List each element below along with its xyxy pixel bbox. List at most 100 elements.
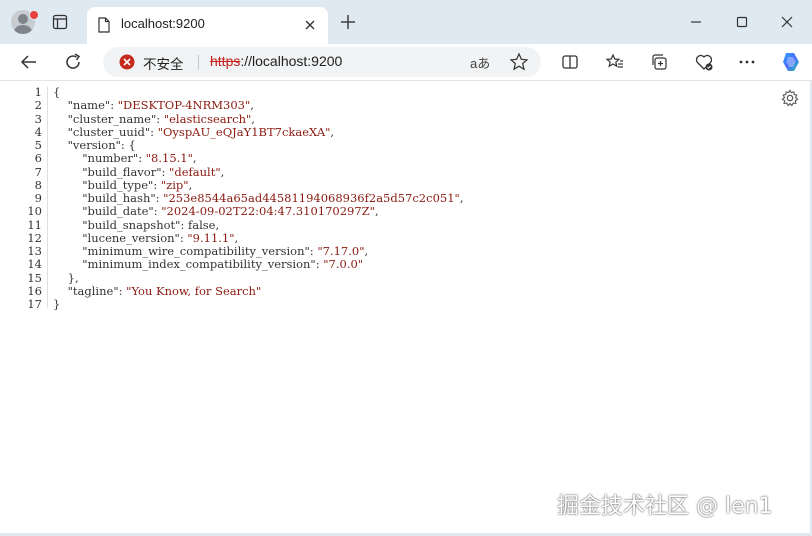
json-string-value: "2024-09-02T22:04:47.310170297Z"	[161, 204, 375, 219]
json-string-value: "7.17.0"	[317, 244, 365, 258]
json-key: "build_date"	[82, 204, 154, 219]
json-punctuation: }	[53, 297, 61, 311]
page-icon	[98, 17, 110, 33]
json-string-value: "8.15.1"	[145, 151, 193, 166]
json-string-value: "253e8544a65ad44581194068936f2a5d57c2c05…	[163, 191, 460, 205]
line-number: 3	[34, 111, 42, 126]
line-number: 8	[34, 177, 42, 192]
json-punctuation: ,	[234, 230, 239, 245]
tab-title: localhost:9200	[121, 16, 205, 31]
json-string-value: "default"	[169, 164, 221, 179]
browser-essentials-icon[interactable]	[694, 52, 714, 72]
json-line: "number": "8.15.1",	[53, 152, 463, 165]
json-content[interactable]: { "name": "DESKTOP-4NRM303", "cluster_na…	[53, 85, 464, 311]
json-string-value: "You Know, for Search"	[126, 283, 262, 298]
json-key: "tagline"	[67, 283, 119, 298]
close-tab-icon[interactable]	[302, 17, 318, 33]
line-number: 11	[27, 217, 42, 232]
json-line: "name": "DESKTOP-4NRM303",	[53, 99, 463, 112]
security-label[interactable]: 不安全	[143, 53, 184, 73]
line-number: 6	[34, 151, 42, 166]
line-number: 17	[27, 297, 42, 311]
line-number: 4	[34, 124, 42, 139]
json-key: "build_type"	[82, 177, 154, 192]
json-key: "minimum_wire_compatibility_version"	[82, 244, 310, 258]
new-tab-icon[interactable]	[340, 14, 356, 30]
json-line: "build_hash": "253e8544a65ad445811940689…	[53, 191, 464, 205]
json-key: "build_flavor"	[82, 164, 162, 179]
json-viewer: 1 2 3 4 5 6 7 8 9 10 11 12 13 14 15 16 17 { "name": "DES…	[0, 81, 812, 536]
collections-icon[interactable]	[649, 52, 669, 72]
json-line: "cluster_uuid": "OyspAU_eQJaY1BT7ckaeXA"…	[53, 124, 463, 139]
json-punctuation: :	[156, 111, 164, 126]
json-line: "build_flavor": "default",	[53, 164, 463, 179]
json-line: "build_snapshot": false,	[53, 217, 463, 232]
json-line: "lucene_version": "9.11.1",	[53, 230, 463, 245]
address-bar[interactable]: 不安全 https://localhost:9200 aあ	[103, 47, 541, 77]
json-string-value: "9.11.1"	[187, 230, 235, 245]
line-number: 9	[34, 191, 42, 205]
json-string-value: "zip"	[160, 177, 189, 192]
notification-dot-icon	[29, 10, 39, 20]
split-screen-icon[interactable]	[560, 52, 580, 72]
favorite-star-icon[interactable]	[509, 52, 529, 72]
line-number: 10	[27, 204, 42, 219]
line-number: 5	[34, 138, 42, 152]
divider	[198, 55, 199, 70]
line-number: 13	[27, 244, 42, 258]
url-scheme: https	[210, 53, 241, 69]
json-punctuation: :	[161, 164, 170, 179]
json-key: "version"	[67, 138, 121, 152]
gutter-divider	[47, 86, 48, 308]
json-key: "lucene_version"	[82, 230, 180, 245]
url-host: ://localhost:9200	[240, 53, 343, 69]
copilot-icon[interactable]	[779, 50, 803, 74]
json-punctuation: ,	[364, 244, 369, 258]
json-key: "build_hash"	[82, 191, 156, 205]
minimize-icon[interactable]	[686, 12, 706, 32]
browser-window: localhost:9200 不安全 https://localhost:920…	[0, 0, 812, 536]
json-key: "build_snapshot"	[82, 217, 181, 232]
json-punctuation: : {	[120, 138, 136, 152]
json-punctuation: : false,	[180, 217, 220, 232]
json-line: "minimum_index_compatibility_version": "…	[53, 258, 463, 271]
tab-actions-icon[interactable]	[52, 14, 68, 30]
active-tab[interactable]: localhost:9200	[87, 7, 328, 44]
json-string-value: "DESKTOP-4NRM303"	[117, 98, 251, 113]
json-punctuation: ,	[192, 151, 197, 166]
read-aloud-icon[interactable]: aあ	[470, 53, 490, 72]
json-string-value: "7.0.0"	[323, 257, 364, 272]
json-punctuation: ,	[459, 191, 464, 205]
json-key: "name"	[67, 98, 111, 113]
not-secure-icon[interactable]	[119, 54, 135, 70]
back-arrow-icon[interactable]	[19, 52, 39, 72]
json-punctuation: ,	[188, 177, 193, 192]
line-number: 15	[27, 270, 42, 285]
json-key: "cluster_name"	[67, 111, 157, 126]
json-punctuation: :	[150, 124, 158, 139]
json-line: "minimum_wire_compatibility_version": "7…	[53, 244, 463, 258]
json-punctuation: ,	[374, 204, 379, 219]
more-options-icon[interactable]	[737, 52, 757, 72]
line-number: 14	[27, 257, 42, 272]
line-number: 2	[34, 98, 42, 113]
line-number: 1	[34, 85, 42, 99]
refresh-icon[interactable]	[63, 52, 83, 72]
line-numbers: 1 2 3 4 5 6 7 8 9 10 11 12 13 14 15 16 17	[0, 85, 44, 311]
tab-strip: localhost:9200	[0, 0, 812, 44]
json-line: "version": {	[53, 138, 463, 152]
watermark: 掘金技术社区 @ len1	[557, 494, 773, 519]
settings-gear-icon[interactable]	[781, 89, 799, 107]
json-punctuation: ,	[251, 111, 255, 126]
json-line: "tagline": "You Know, for Search"	[53, 283, 463, 298]
json-punctuation: ,	[220, 164, 225, 179]
json-punctuation: :	[110, 98, 118, 113]
json-punctuation: {	[53, 85, 61, 99]
maximize-icon[interactable]	[732, 12, 752, 32]
favorites-icon[interactable]	[605, 52, 625, 72]
json-line: {	[53, 85, 463, 99]
json-line: "cluster_name": "elasticsearch",	[53, 111, 463, 126]
close-window-icon[interactable]	[777, 12, 797, 32]
json-punctuation: :	[153, 177, 161, 192]
url-text[interactable]: https://localhost:9200	[210, 53, 342, 69]
